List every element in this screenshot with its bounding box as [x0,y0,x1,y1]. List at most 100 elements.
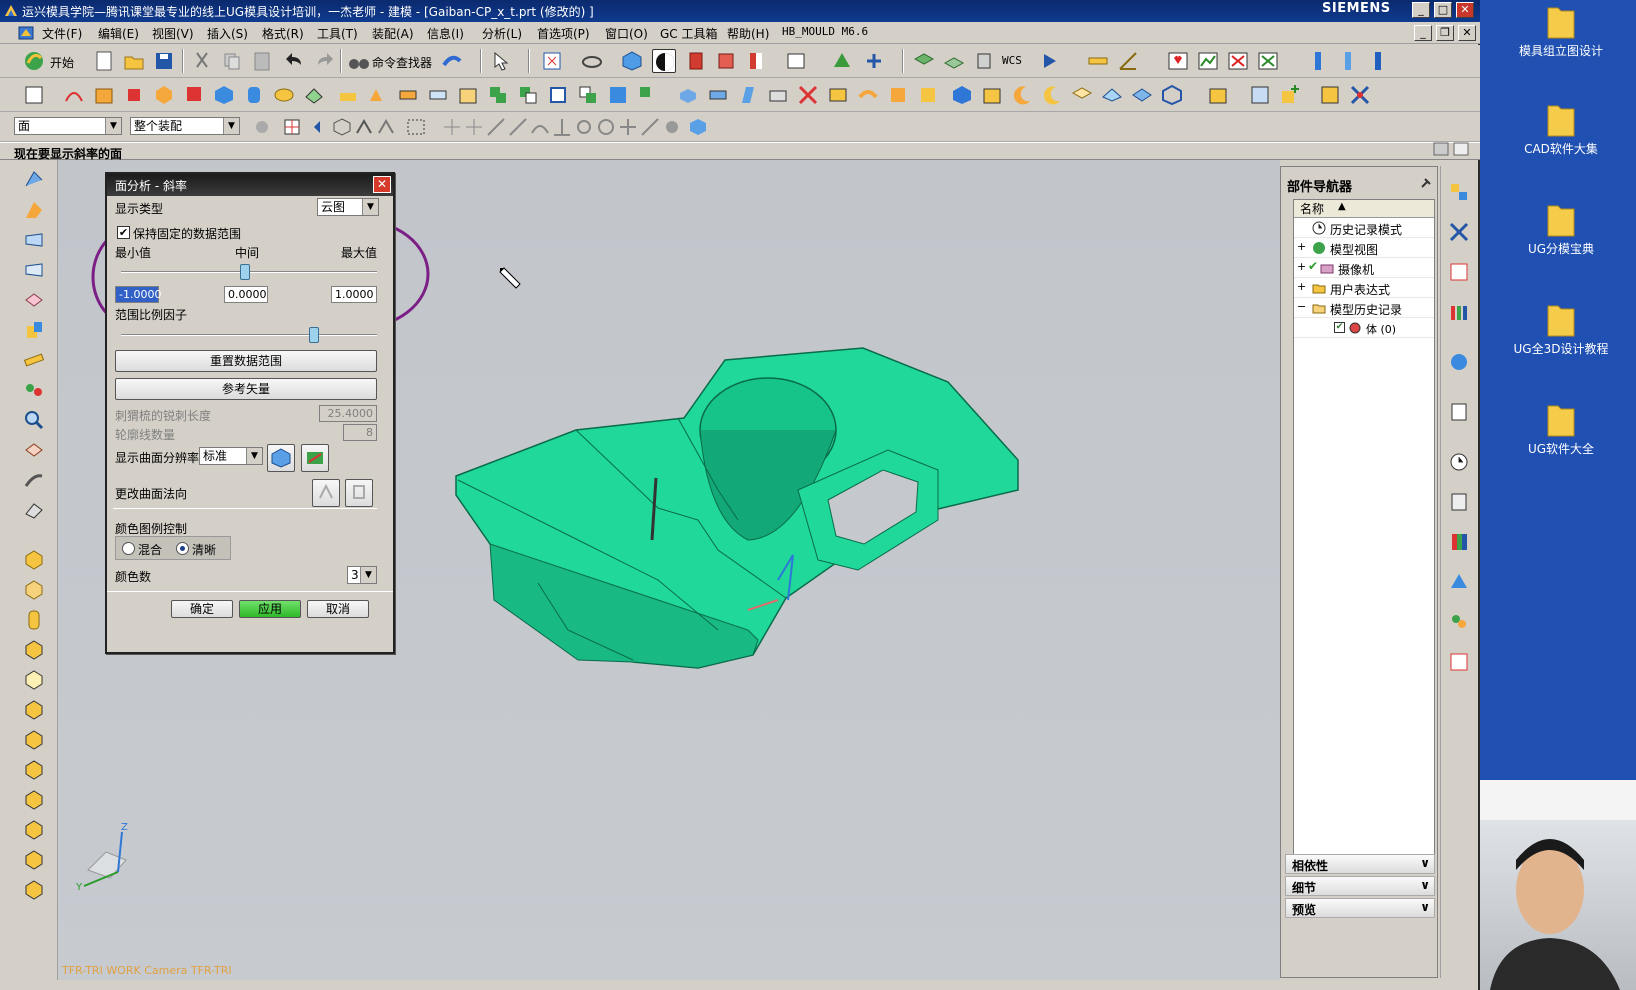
type-filter-dropdown[interactable]: 面 ▼ [14,117,122,135]
menu-window[interactable]: 窗口(O) [605,25,648,42]
sketch-curve-icon[interactable] [62,83,86,107]
cube-tool-9-icon[interactable] [22,878,46,902]
snap-quadrant-icon[interactable] [594,115,618,139]
snap-center-icon[interactable] [572,115,596,139]
snap-line-icon[interactable] [484,115,508,139]
edge-blend-icon[interactable] [456,83,480,107]
cube-tool-5-icon[interactable] [22,758,46,782]
surface-orange-icon[interactable] [22,198,46,222]
moon-face-icon[interactable] [1010,83,1034,107]
tree-item-body[interactable]: ✔ 体 (0) [1294,318,1434,338]
snap-view-icon[interactable] [830,49,854,73]
wcs-label[interactable]: WCS [1002,54,1022,67]
part-navigator-icon[interactable] [1447,260,1471,284]
fit-view-icon[interactable] [540,49,564,73]
range-factor-thumb[interactable] [309,327,319,343]
mid-value-field[interactable]: 0.0000 [224,286,268,303]
desktop-folder-mold-assembly[interactable]: 模具组立图设计 [1486,2,1636,59]
ok-button[interactable]: 确定 [171,600,233,618]
revolve-icon[interactable] [122,83,146,107]
mid-slider-thumb[interactable] [240,264,250,280]
close-window-button[interactable]: ✕ [1456,2,1474,18]
process-studio-icon[interactable] [1447,570,1471,594]
desktop-folder-ug-3d[interactable]: UG全3D设计教程 [1486,300,1636,357]
filter-settings-icon[interactable] [250,115,274,139]
pad-icon[interactable] [336,83,360,107]
snap-intersection-icon[interactable] [616,115,640,139]
orient-view-icon[interactable] [862,49,886,73]
cube-tool-8-icon[interactable] [22,848,46,872]
heart-monitor-icon[interactable] [1166,49,1190,73]
subtract-icon[interactable] [516,83,540,107]
menu-preferences[interactable]: 首选项(P) [537,25,590,42]
studio-surface-icon[interactable] [1100,83,1124,107]
wireframe-icon[interactable] [714,49,738,73]
solid-red-icon[interactable] [684,49,708,73]
shell-icon[interactable] [766,83,790,107]
layer-icon[interactable] [912,49,936,73]
nx5-icon[interactable] [182,83,206,107]
expand-toggle[interactable]: + [1297,260,1306,273]
tree-item-cameras[interactable]: + ✔ 摄像机 [1294,258,1434,278]
undo-icon[interactable] [283,49,307,73]
cube-tool-2-icon[interactable] [22,668,46,692]
hand-tool-icon[interactable] [22,498,46,522]
cube-tool-3-icon[interactable] [22,698,46,722]
assembly-navigator-icon[interactable] [1447,180,1471,204]
delete-analysis-icon[interactable] [1226,49,1250,73]
save-icon[interactable] [152,49,176,73]
menu-edit[interactable]: 编辑(E) [98,25,139,42]
mirror-body-icon[interactable] [826,83,850,107]
link-analysis-icon[interactable] [22,378,46,402]
intersect-icon[interactable] [546,83,570,107]
measure-icon[interactable] [1086,49,1110,73]
menu-analysis[interactable]: 分析(L) [482,25,522,42]
bridge-surface-icon[interactable] [22,318,46,342]
palette-icon[interactable] [1447,530,1471,554]
shading-mode-icon[interactable] [652,49,676,73]
cancel-button[interactable]: 取消 [307,600,369,618]
offset-surface-icon[interactable] [856,83,880,107]
desktop-folder-cad[interactable]: CAD软件大集 [1486,100,1636,157]
feature-icon[interactable] [440,49,464,73]
reset-data-range-button[interactable]: 重置数据范围 [115,350,377,372]
trim-body-icon[interactable] [576,83,600,107]
section-dependencies[interactable]: 相依性 ∨ [1285,854,1435,874]
mesh-blue-icon[interactable] [22,228,46,252]
start-icon[interactable] [22,49,46,73]
hide-analysis-icon[interactable] [1256,49,1280,73]
flip-normal-button[interactable] [345,479,373,507]
swept-icon[interactable] [1130,83,1154,107]
clock-history-icon[interactable] [1447,450,1471,474]
assembly-constraint-icon[interactable] [1318,83,1342,107]
menu-gc-toolbox[interactable]: GC 工具箱 [660,25,718,42]
display-resolution-dropdown[interactable]: 标准 ▼ [199,447,263,465]
resolution-cube-button[interactable] [267,444,295,472]
background-icon[interactable] [784,49,808,73]
cube-tool-6-icon[interactable] [22,788,46,812]
snap-tangent-icon[interactable] [506,115,530,139]
unite-icon[interactable] [486,83,510,107]
color-count-dropdown[interactable]: 3 ▼ [347,566,377,584]
system-scene-icon[interactable] [1447,650,1471,674]
blend-radio[interactable] [122,542,135,555]
maximize-button[interactable]: □ [1434,2,1452,18]
snap-existing-icon[interactable] [638,115,662,139]
section-preview[interactable]: 预览 ∨ [1285,898,1435,918]
move-layer-icon[interactable] [972,49,996,73]
wire-cube-icon[interactable] [1160,83,1184,107]
patch-icon[interactable] [916,83,940,107]
dialog-close-button[interactable]: ✕ [373,176,391,193]
part-family-icon[interactable] [1248,83,1272,107]
cue-toggle-icon[interactable] [1452,140,1470,158]
pin-icon[interactable] [1419,176,1433,190]
play-icon[interactable] [1038,49,1062,73]
rectangle-select-icon[interactable] [404,115,428,139]
delete-face-icon[interactable] [950,83,974,107]
navigator-column-header[interactable]: 名称 ▲ [1294,200,1434,218]
undo-selection-icon[interactable] [308,115,332,139]
graph-icon[interactable] [1196,49,1220,73]
tree-item-model-history[interactable]: − 模型历史记录 [1294,298,1434,318]
command-finder-label[interactable]: 命令查找器 [372,54,432,71]
max-value-field[interactable]: 1.0000 [331,286,377,303]
